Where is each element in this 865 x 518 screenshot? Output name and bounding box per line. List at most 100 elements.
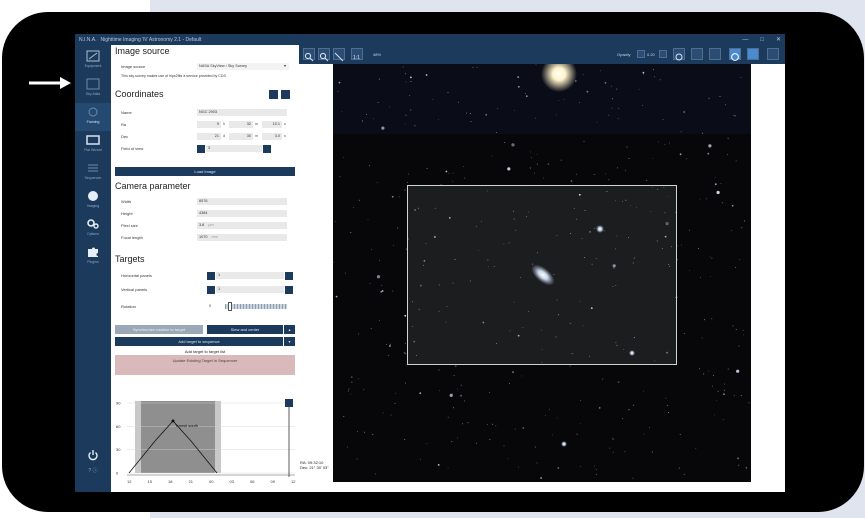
grid-toggle-button[interactable]	[691, 48, 703, 60]
rotate-button[interactable]	[673, 48, 685, 61]
close-button[interactable]: ✕	[776, 36, 781, 43]
sidebar-item-flat-wizard[interactable]: Flat Wizard	[75, 131, 111, 159]
opacity-increase-button[interactable]	[659, 50, 667, 58]
star	[595, 468, 597, 470]
name-field[interactable]: NGC 2903	[197, 109, 287, 116]
sidebar-item-framing[interactable]: Framing	[75, 103, 111, 131]
add-to-target-list-button[interactable]: Add target to target list	[115, 348, 295, 355]
one-to-one-button[interactable]: 1:1	[351, 48, 363, 61]
dec-minutes-field[interactable]: 30	[229, 133, 253, 140]
star	[736, 369, 740, 373]
star	[720, 183, 722, 185]
star	[558, 99, 560, 101]
star	[721, 202, 723, 204]
rotation-slider[interactable]	[225, 304, 287, 309]
sidebar-item-options[interactable]: Options	[75, 215, 111, 243]
slew-dropdown-button[interactable]: ▴	[284, 325, 295, 334]
annotate-toggle-button[interactable]	[709, 48, 721, 60]
star	[733, 115, 735, 117]
zoom-out-button[interactable]	[318, 48, 330, 62]
camera-height-label: Height	[121, 211, 133, 216]
zoom-in-button[interactable]	[303, 48, 315, 62]
sidebar-item-equipment[interactable]: Equipment	[75, 47, 111, 75]
star	[451, 440, 453, 442]
h-panels-increase-button[interactable]	[285, 272, 293, 280]
pixel-size-field[interactable]: 3.8 µm	[197, 222, 287, 229]
sidebar-item-sky-atlas[interactable]: Sky Atlas	[75, 75, 111, 103]
opacity-decrease-button[interactable]	[637, 50, 645, 58]
focal-length-field[interactable]: 1070 mm	[197, 234, 287, 241]
image-source-select[interactable]: NASA SkyView / Sky Survey	[197, 63, 289, 70]
star	[683, 473, 685, 475]
star	[460, 394, 462, 397]
expand-icon	[334, 52, 344, 62]
h-panels-field[interactable]: 1	[216, 272, 284, 279]
v-panels-field[interactable]: 1	[216, 286, 284, 293]
star	[372, 433, 374, 435]
ra-minutes-field[interactable]: 32	[229, 121, 253, 128]
star	[689, 270, 691, 272]
star	[599, 70, 601, 72]
chart-expand-button[interactable]	[285, 399, 293, 407]
star	[524, 92, 526, 94]
load-image-button[interactable]: Load Image	[115, 167, 295, 176]
power-button[interactable]	[75, 449, 111, 461]
sync-rotation-button[interactable]: Synchronize rotation to target	[115, 325, 203, 334]
star	[522, 427, 525, 429]
fit-view-button[interactable]	[333, 48, 345, 62]
slew-center-button[interactable]: Slew and center	[207, 325, 283, 334]
constellation-toggle-button[interactable]	[729, 48, 741, 61]
sidebar-item-sequence[interactable]: Sequencer	[75, 159, 111, 187]
star	[535, 117, 537, 119]
v-panels-increase-button[interactable]	[285, 286, 293, 294]
star	[662, 119, 664, 121]
dec-minutes-unit: m	[255, 134, 259, 138]
h-panels-decrease-button[interactable]	[207, 272, 215, 280]
star	[470, 121, 472, 122]
coordinates-from-telescope-button[interactable]	[281, 90, 290, 99]
dec-degrees-field[interactable]: 21	[197, 133, 221, 140]
star	[714, 183, 717, 186]
maximize-button[interactable]: □	[760, 37, 764, 43]
star	[540, 477, 542, 479]
star	[475, 442, 477, 444]
fov-decrease-button[interactable]	[197, 145, 205, 153]
minimize-button[interactable]: —	[742, 37, 748, 43]
star	[608, 114, 610, 116]
star	[389, 343, 391, 345]
sidebar-item-plugins[interactable]: Plugins	[75, 243, 111, 271]
dso-toggle-button[interactable]	[747, 48, 759, 60]
star	[341, 111, 343, 113]
star	[520, 375, 522, 377]
rotation-field[interactable]: 0	[207, 303, 221, 310]
image-viewer[interactable]: RA: 09:32:10 Dec: 21° 30' 03"	[299, 64, 785, 492]
camera-fov-rectangle[interactable]	[407, 185, 677, 365]
pixel-size-value: 3.8	[199, 223, 205, 227]
camera-width-field[interactable]: 6576	[197, 198, 287, 205]
star	[611, 98, 613, 100]
coordinates-from-planetarium-button[interactable]	[269, 90, 278, 99]
star	[735, 160, 737, 162]
star	[379, 260, 380, 262]
star	[626, 146, 628, 148]
sky-image[interactable]	[333, 64, 751, 482]
star	[724, 383, 726, 385]
more-options-button[interactable]	[767, 48, 779, 60]
ra-hours-field[interactable]: 9	[197, 121, 221, 128]
update-existing-target-button[interactable]: Update Existing Target in Sequencer	[115, 355, 295, 375]
fov-increase-button[interactable]	[263, 145, 271, 153]
star	[382, 290, 384, 292]
rotation-slider-thumb[interactable]	[227, 302, 232, 311]
sidebar-item-imaging[interactable]: Imaging	[75, 187, 111, 215]
v-panels-decrease-button[interactable]	[207, 286, 215, 294]
add-to-sequence-button[interactable]: Add target to sequence	[115, 337, 283, 346]
dec-degrees-unit: d	[223, 134, 226, 138]
ra-seconds-field[interactable]: 10.1	[262, 121, 282, 128]
dec-seconds-field[interactable]: 3.0	[262, 133, 282, 140]
opacity-value: 0.20	[647, 52, 655, 57]
sequence-dropdown-button[interactable]: ▾	[284, 337, 295, 346]
camera-height-field[interactable]: 4384	[197, 210, 287, 217]
fov-field[interactable]: 3	[206, 145, 262, 152]
h-panels-label: Horizontal panels	[121, 273, 152, 278]
star	[497, 108, 499, 110]
